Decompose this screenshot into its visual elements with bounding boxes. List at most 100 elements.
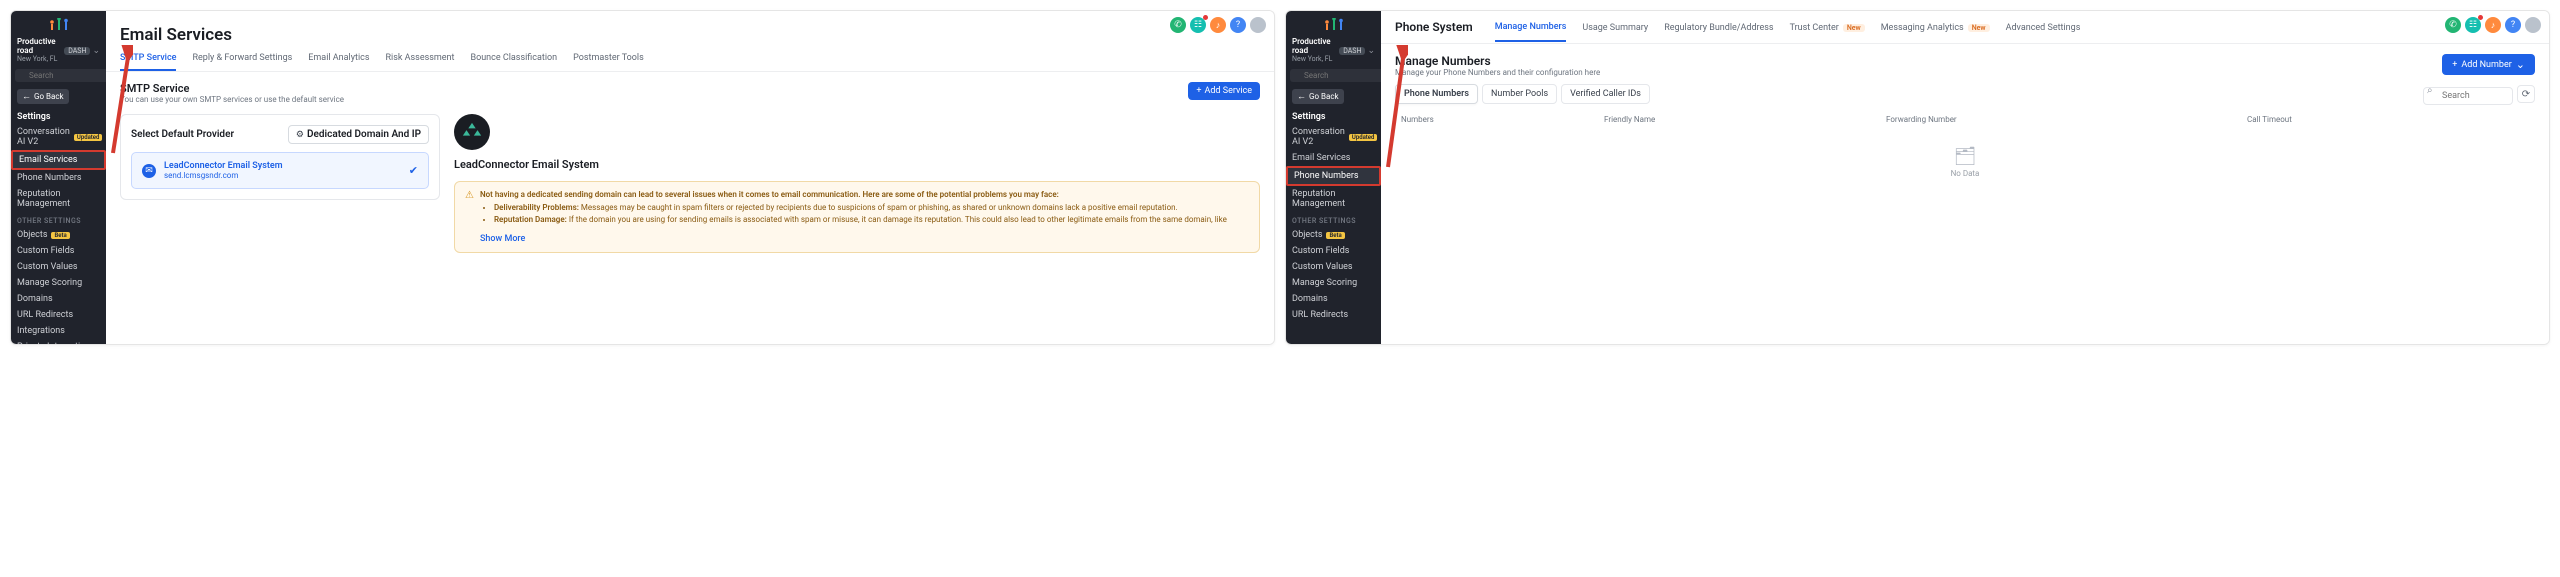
sidebar-item-manage-scoring[interactable]: Manage Scoring [1286,275,1381,291]
alert-lead: Not having a dedicated sending domain ca… [480,190,1227,199]
table-header: Numbers Friendly Name Forwarding Number … [1381,105,2549,128]
callout-arrow [77,45,133,155]
col-call-timeout: Call Timeout [2247,115,2529,124]
org-name: Productive road [17,38,61,56]
default-provider-label: Select Default Provider [131,129,234,140]
check-icon: ✔ [409,164,418,177]
section-title: SMTP Service [120,82,344,95]
sidebar-item-custom-fields[interactable]: Custom Fields [1286,243,1381,259]
section-subtitle: Manage your Phone Numbers and their conf… [1395,68,1600,77]
sidebar-item-custom-fields[interactable]: Custom Fields [11,243,106,259]
provider-name: LeadConnector Email System [164,161,401,171]
beta-badge: Beta [51,232,69,239]
pane-email-services: Productive road New York, FL DASH ⌄ + Go… [10,10,1275,345]
col-numbers: Numbers [1401,115,1604,124]
tab-usage-summary[interactable]: Usage Summary [1582,23,1648,41]
top-icon-row: ✆ ☷ ♪ ? [1170,17,1266,33]
number-search[interactable] [2423,83,2513,105]
help-icon[interactable]: ? [2505,17,2521,33]
chat-icon[interactable]: ☷ [2465,17,2481,33]
warning-alert: ⚠ Not having a dedicated sending domain … [454,181,1260,253]
dedicated-domain-button[interactable]: Dedicated Domain And IP [288,125,429,144]
provider-row[interactable]: ✉ LeadConnector Email System send.lcmsgs… [131,152,429,189]
add-number-button[interactable]: Add Number [2442,54,2535,75]
help-icon[interactable]: ? [1230,17,1246,33]
sidebar-item-url-redirects[interactable]: URL Redirects [11,307,106,323]
avatar[interactable] [1250,17,1266,33]
sidebar-item-phone-numbers[interactable]: Phone Numbers [1286,166,1381,186]
logo-icon [1324,18,1344,32]
bell-icon[interactable]: ♪ [1210,17,1226,33]
sidebar-item-domains[interactable]: Domains [1286,291,1381,307]
main-content: ✆ ☷ ♪ ? Email Services SMTP Service Repl… [106,11,1274,344]
phone-icon[interactable]: ✆ [2445,17,2461,33]
tab-email-analytics[interactable]: Email Analytics [308,53,369,71]
sidebar-item-reputation-management[interactable]: Reputation Management [11,186,106,212]
warning-icon: ⚠ [465,190,474,201]
app-logo [11,11,106,35]
tab-bounce-classification[interactable]: Bounce Classification [470,53,557,71]
beta-badge: Beta [1326,232,1344,239]
bell-icon[interactable]: ♪ [2485,17,2501,33]
alert-bullet: Reputation Damage: If the domain you are… [494,215,1227,225]
empty-icon: 🗂 [1399,146,2531,167]
sidebar-item-url-redirects[interactable]: URL Redirects [1286,307,1381,323]
tab-regulatory-bundle[interactable]: Regulatory Bundle/Address [1664,23,1773,41]
top-icon-row: ✆ ☷ ♪ ? [2445,17,2541,33]
tab-advanced-settings[interactable]: Advanced Settings [2006,23,2081,41]
show-more-link[interactable]: Show More [480,228,1227,244]
subtab-verified-caller-ids[interactable]: Verified Caller IDs [1561,84,1650,104]
tab-trust-center[interactable]: Trust CenterNew [1790,23,1865,41]
email-tabs: SMTP Service Reply & Forward Settings Em… [106,47,1274,72]
new-badge: New [1968,24,1990,32]
section-title: Manage Numbers [1395,54,1600,68]
alert-bullet: Deliverability Problems: Messages may be… [494,203,1227,213]
org-location: New York, FL [1292,56,1336,64]
default-provider-card: Select Default Provider Dedicated Domain… [120,114,440,200]
phone-icon[interactable]: ✆ [1170,17,1186,33]
other-settings-header: OTHER SETTINGS [1286,212,1381,227]
col-friendly-name: Friendly Name [1604,115,1886,124]
org-location: New York, FL [17,56,61,64]
tab-messaging-analytics[interactable]: Messaging AnalyticsNew [1881,23,1990,41]
mail-icon: ✉ [142,164,156,178]
sidebar-item-custom-values[interactable]: Custom Values [1286,259,1381,275]
empty-state: 🗂 No Data [1381,128,2549,196]
sidebar-item-integrations[interactable]: Integrations [11,323,106,339]
phone-tabs: Phone System Manage Numbers Usage Summar… [1381,11,2549,44]
go-back-button[interactable]: Go Back [17,89,69,104]
sidebar-item-custom-values[interactable]: Custom Values [11,259,106,275]
sidebar-item-objects[interactable]: ObjectsBeta [1286,227,1381,243]
number-subtabs: Phone Numbers Number Pools Verified Call… [1395,84,1650,104]
sidebar-item-reputation-management[interactable]: Reputation Management [1286,186,1381,212]
add-service-button[interactable]: Add Service [1188,82,1260,100]
pane-phone-system: Productive road New York, FL DASH ⌄ + Go… [1285,10,2550,345]
tab-postmaster-tools[interactable]: Postmaster Tools [573,53,644,71]
sidebar-item-private-integrations[interactable]: Private Integrations [11,339,106,344]
callout-arrow [1352,45,1408,169]
subtab-number-pools[interactable]: Number Pools [1482,84,1557,104]
number-search-input[interactable] [2423,87,2513,105]
logo-icon [49,18,69,32]
tab-risk-assessment[interactable]: Risk Assessment [385,53,454,71]
sidebar-item-manage-scoring[interactable]: Manage Scoring [11,275,106,291]
leadconnector-logo [454,114,490,150]
other-settings-header: OTHER SETTINGS [11,212,106,227]
refresh-button[interactable]: ⟳ [2517,85,2535,103]
sidebar-item-objects[interactable]: ObjectsBeta [11,227,106,243]
page-title: Phone System [1395,20,1473,43]
new-badge: New [1843,24,1865,32]
tab-manage-numbers[interactable]: Manage Numbers [1495,22,1567,42]
avatar[interactable] [2525,17,2541,33]
main-content: ✆ ☷ ♪ ? Phone System Manage Numbers Usag… [1381,11,2549,344]
tab-reply-forward[interactable]: Reply & Forward Settings [192,53,292,71]
sidebar-item-phone-numbers[interactable]: Phone Numbers [11,170,106,186]
empty-text: No Data [1399,169,2531,178]
col-forwarding-number: Forwarding Number [1886,115,2247,124]
app-logo [1286,11,1381,35]
go-back-button[interactable]: Go Back [1292,89,1344,104]
chat-icon[interactable]: ☷ [1190,17,1206,33]
sidebar-item-domains[interactable]: Domains [11,291,106,307]
section-subtitle: You can use your own SMTP services or us… [120,95,344,104]
provider-domain: send.lcmsgsndr.com [164,171,401,180]
